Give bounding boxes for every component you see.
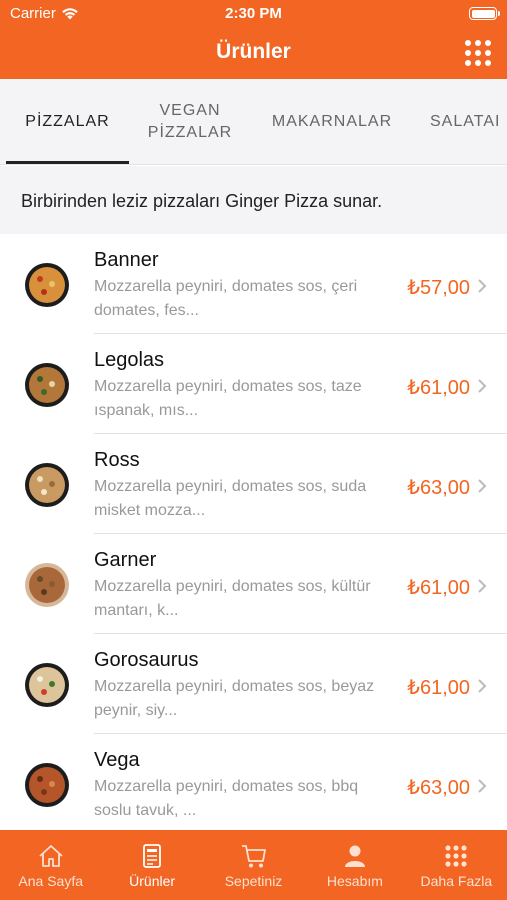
product-row[interactable]: Garner Mozzarella peyniri, domates sos, … [0, 534, 507, 634]
pizza-thumbnail [25, 263, 69, 307]
product-description: Mozzarella peyniri, domates sos, beyaz p… [94, 678, 375, 719]
pizza-thumbnail [25, 363, 69, 407]
pizza-thumbnail [25, 663, 69, 707]
product-row[interactable]: Ross Mozzarella peyniri, domates sos, su… [0, 434, 507, 534]
chevron-right-icon [478, 679, 487, 693]
product-price: ₺63,00 [407, 777, 470, 799]
chevron-right-icon [478, 279, 487, 293]
product-description: Mozzarella peyniri, domates sos, suda mi… [94, 478, 367, 519]
tab-vegan-pizzalar[interactable]: VEGAN PİZZALAR [135, 79, 245, 164]
category-tabs: PİZZALAR VEGAN PİZZALAR MAKARNALAR SALAT… [0, 79, 507, 165]
tab-salatalar[interactable]: SALATAI [430, 79, 507, 164]
bottom-tab-bar: Ana Sayfa Ürünler Sepetiniz Hesabım Daha… [0, 830, 507, 900]
chevron-right-icon [478, 779, 487, 793]
tabbar-item-home[interactable]: Ana Sayfa [0, 830, 101, 900]
pizza-thumbnail [25, 763, 69, 807]
status-bar: Carrier 2:30 PM [0, 0, 507, 28]
category-description: Birbirinden leziz pizzaları Ginger Pizza… [0, 166, 507, 234]
menu-icon [143, 844, 162, 868]
tabbar-label: Daha Fazla [420, 873, 493, 889]
tabbar-item-products[interactable]: Ürünler [101, 830, 202, 900]
more-icon [445, 845, 467, 867]
product-row[interactable]: Vega Mozzarella peyniri, domates sos, bb… [0, 734, 507, 830]
product-name: Legolas [94, 349, 165, 371]
product-name: Garner [94, 549, 157, 571]
pizza-thumbnail [25, 463, 69, 507]
product-price: ₺61,00 [407, 377, 470, 399]
tab-indicator [6, 161, 129, 164]
page-title: Ürünler [216, 40, 291, 63]
tabbar-item-cart[interactable]: Sepetiniz [203, 830, 304, 900]
product-description: Mozzarella peyniri, domates sos, çeri do… [94, 278, 358, 319]
product-list: Banner Mozzarella peyniri, domates sos, … [0, 234, 507, 830]
status-time: 2:30 PM [225, 5, 282, 22]
tab-makarnalar[interactable]: MAKARNALAR [262, 79, 402, 164]
chevron-right-icon [478, 479, 487, 493]
grid-menu-button[interactable] [465, 40, 491, 66]
tabbar-item-more[interactable]: Daha Fazla [406, 830, 507, 900]
product-price: ₺61,00 [407, 577, 470, 599]
product-price: ₺63,00 [407, 477, 470, 499]
nav-header: Carrier 2:30 PM Ürünler [0, 0, 507, 79]
chevron-right-icon [478, 579, 487, 593]
product-description: Mozzarella peyniri, domates sos, bbq sos… [94, 778, 359, 819]
product-price: ₺57,00 [407, 277, 470, 299]
home-icon [39, 845, 63, 867]
product-description: Mozzarella peyniri, domates sos, kültür … [94, 578, 371, 619]
tabbar-item-account[interactable]: Hesabım [304, 830, 405, 900]
product-name: Banner [94, 249, 159, 271]
product-price: ₺61,00 [407, 677, 470, 699]
product-description: Mozzarella peyniri, domates sos, taze ıs… [94, 378, 362, 419]
product-row[interactable]: Legolas Mozzarella peyniri, domates sos,… [0, 334, 507, 434]
tabbar-label: Ana Sayfa [18, 873, 83, 889]
chevron-right-icon [478, 379, 487, 393]
tabbar-label: Hesabım [326, 873, 383, 889]
user-icon [344, 845, 365, 867]
tabbar-label: Ürünler [129, 873, 176, 889]
product-row[interactable]: Banner Mozzarella peyniri, domates sos, … [0, 234, 507, 334]
product-row[interactable]: Gorosaurus Mozzarella peyniri, domates s… [0, 634, 507, 734]
product-name: Gorosaurus [94, 649, 199, 671]
product-name: Vega [94, 749, 140, 771]
tabbar-label: Sepetiniz [224, 873, 283, 889]
product-name: Ross [94, 449, 140, 471]
battery-icon [469, 7, 500, 20]
pizza-thumbnail [25, 563, 69, 607]
tab-pizzalar[interactable]: PİZZALAR [6, 79, 129, 164]
cart-icon [241, 845, 266, 868]
